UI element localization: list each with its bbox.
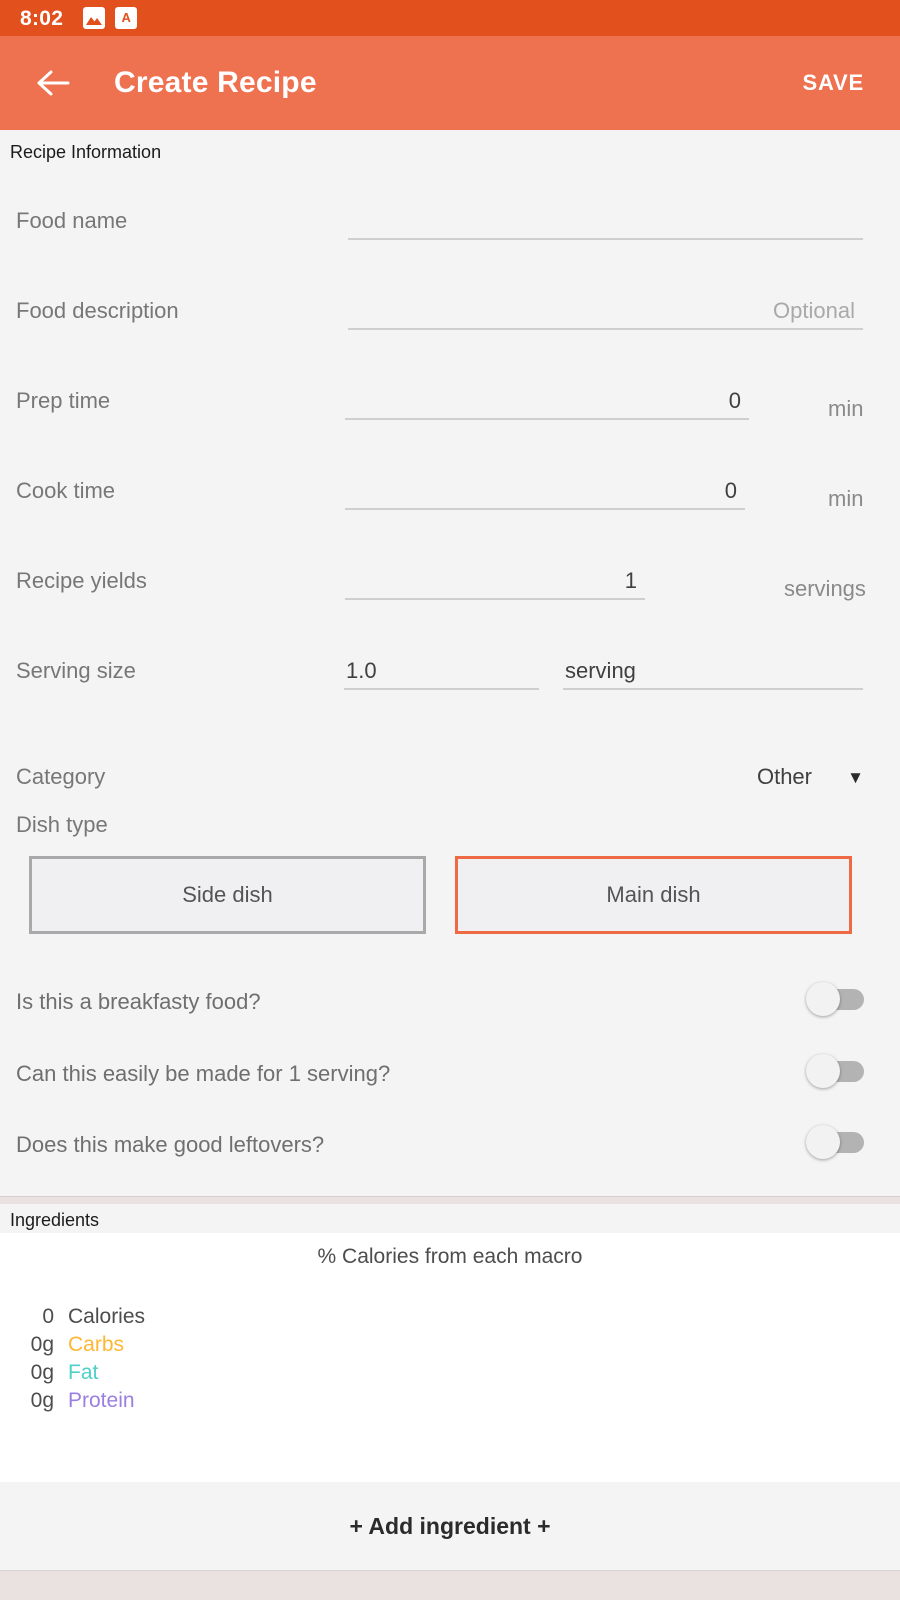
macro-row-fat: 0g Fat xyxy=(12,1361,145,1389)
image-icon xyxy=(83,7,106,29)
dish-type-label: Dish type xyxy=(16,812,108,837)
chevron-down-icon[interactable]: ▼ xyxy=(847,768,864,788)
macro-row-calories: 0 Calories xyxy=(12,1305,145,1333)
serving-size-unit-value: serving xyxy=(565,658,636,683)
dish-type-option-main-dish[interactable]: Main dish xyxy=(455,856,852,934)
app-letter-glyph: A xyxy=(121,9,131,25)
toggle-thumb xyxy=(806,1054,840,1088)
macro-legend: 0 Calories 0g Carbs 0g Fat 0g Protein xyxy=(12,1305,145,1417)
dish-type-option-side-dish[interactable]: Side dish xyxy=(29,856,426,934)
prep-time-label: Prep time xyxy=(16,388,111,413)
status-time: 8:02 xyxy=(20,6,64,30)
question-row-single-serving: Can this easily be made for 1 serving? xyxy=(0,1054,900,1117)
recipe-information-header: Recipe Information xyxy=(10,142,162,162)
back-arrow-icon xyxy=(37,70,70,96)
macro-chart-title: % Calories from each macro xyxy=(317,1245,583,1268)
question-row-breakfasty: Is this a breakfasty food? xyxy=(0,982,900,1045)
save-button[interactable]: SAVE xyxy=(803,70,864,96)
macro-fat-amount: 0g xyxy=(30,1361,54,1384)
dish-type-group: Dish type Side dish Main dish xyxy=(0,812,900,942)
field-row-category: Category Other ▼ xyxy=(0,738,900,798)
macro-calories-amount: 0 xyxy=(42,1305,54,1328)
field-row-serving-size: Serving size 1.0 serving xyxy=(0,640,900,700)
page-title: Create Recipe xyxy=(114,66,317,99)
cook-time-unit: min xyxy=(828,486,864,511)
recipe-information-card: Recipe Information Food name Food descri… xyxy=(0,130,900,1196)
question-row-leftovers: Does this make good leftovers? xyxy=(0,1125,900,1188)
food-name-label: Food name xyxy=(16,208,128,233)
status-bar: 8:02 A ••• xyxy=(0,0,900,36)
app-bar: Create Recipe SAVE xyxy=(0,36,900,130)
prep-time-unit: min xyxy=(828,396,864,421)
macro-protein-amount: 0g xyxy=(30,1389,54,1412)
field-row-food-description: Food description Optional xyxy=(0,280,900,340)
macro-summary-card: % Calories from each macro 0 Calories 0g… xyxy=(0,1233,900,1482)
cook-time-input[interactable]: 0 xyxy=(345,468,745,510)
field-row-food-name: Food name xyxy=(0,190,900,250)
toggle-leftovers[interactable] xyxy=(806,1125,864,1159)
food-description-label: Food description xyxy=(16,298,179,323)
macro-fat-label: Fat xyxy=(68,1361,99,1384)
prep-time-value: 0 xyxy=(728,388,741,413)
section-divider xyxy=(0,1196,900,1204)
add-ingredient-label: + Add ingredient + xyxy=(349,1512,551,1539)
category-selected-value[interactable]: Other xyxy=(757,764,812,790)
food-name-input[interactable] xyxy=(348,198,863,240)
cook-time-label: Cook time xyxy=(16,478,116,503)
category-label: Category xyxy=(16,764,106,789)
toggle-single-serving[interactable] xyxy=(806,1054,864,1088)
serving-size-label: Serving size xyxy=(16,658,136,683)
add-ingredient-button[interactable]: + Add ingredient + xyxy=(0,1482,900,1571)
serving-size-unit-input[interactable]: serving xyxy=(563,648,863,690)
cook-time-value: 0 xyxy=(724,478,737,503)
bottom-strip xyxy=(0,1571,900,1600)
macro-row-protein: 0g Protein xyxy=(12,1389,145,1417)
macro-carbs-label: Carbs xyxy=(68,1333,125,1356)
question-single-serving-label: Can this easily be made for 1 serving? xyxy=(16,1061,391,1086)
toggle-thumb xyxy=(806,982,840,1016)
macro-row-carbs: 0g Carbs xyxy=(12,1333,145,1361)
food-description-placeholder: Optional xyxy=(773,298,855,323)
app-letter-icon: A ••• xyxy=(115,7,454,35)
recipe-yields-label: Recipe yields xyxy=(16,568,147,593)
ingredients-header: Ingredients xyxy=(10,1210,100,1230)
recipe-yields-unit: servings xyxy=(784,576,866,601)
recipe-yields-value: 1 xyxy=(624,568,637,593)
macro-carbs-amount: 0g xyxy=(30,1333,54,1356)
macro-protein-label: Protein xyxy=(68,1389,135,1412)
toggle-thumb xyxy=(806,1125,840,1159)
serving-size-amount-value: 1.0 xyxy=(346,658,377,683)
status-icons: A ••• xyxy=(83,7,454,35)
dish-type-option-side-dish-label: Side dish xyxy=(182,882,273,907)
question-breakfasty-label: Is this a breakfasty food? xyxy=(16,989,261,1014)
field-row-prep-time: Prep time 0 min xyxy=(0,370,900,430)
question-leftovers-label: Does this make good leftovers? xyxy=(16,1132,325,1157)
field-row-cook-time: Cook time 0 min xyxy=(0,460,900,520)
macro-calories-label: Calories xyxy=(68,1305,146,1328)
back-button[interactable] xyxy=(32,61,76,105)
app-letter-dots: ••• xyxy=(444,28,456,35)
food-description-input[interactable]: Optional xyxy=(348,288,863,330)
serving-size-amount-input[interactable]: 1.0 xyxy=(344,648,539,690)
field-row-recipe-yields: Recipe yields 1 servings xyxy=(0,550,900,610)
ingredients-header-bar: Ingredients xyxy=(0,1204,900,1233)
recipe-yields-input[interactable]: 1 xyxy=(345,558,645,600)
toggle-breakfasty[interactable] xyxy=(806,982,864,1016)
prep-time-input[interactable]: 0 xyxy=(345,378,749,420)
create-recipe-screen: 8:02 A ••• Create Recipe SAVE Recipe Inf… xyxy=(0,0,900,1600)
dish-type-option-main-dish-label: Main dish xyxy=(606,882,701,907)
